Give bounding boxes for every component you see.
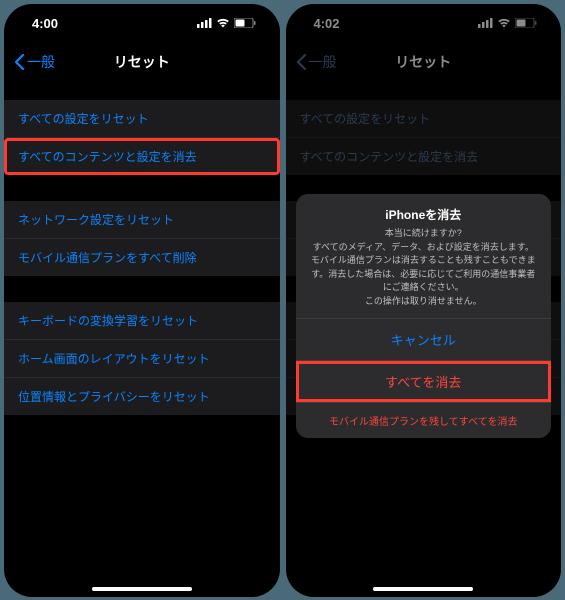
reset-home-layout[interactable]: ホーム画面のレイアウトをリセット xyxy=(4,340,280,378)
erase-keep-plan-button[interactable]: モバイル通信プランを残してすべてを消去 xyxy=(296,402,552,438)
phone-screenshot-left: 4:00 一般 リセット すべての設定をリセット すべてのコンテンツと設定を消去 xyxy=(4,4,280,597)
reset-all-settings[interactable]: すべての設定をリセット xyxy=(4,100,280,138)
list-group: すべての設定をリセット すべてのコンテンツと設定を消去 xyxy=(286,100,562,175)
alert-title: iPhoneを消去 xyxy=(310,206,538,223)
chevron-left-icon xyxy=(14,54,25,70)
reset-all-settings: すべての設定をリセット xyxy=(286,100,562,138)
alert-header: iPhoneを消去 本当に続けますか? すべてのメディア、データ、および設定を消… xyxy=(296,194,552,318)
status-time: 4:00 xyxy=(32,16,58,31)
back-label: 一般 xyxy=(309,52,337,72)
list-group: すべての設定をリセット すべてのコンテンツと設定を消去 xyxy=(4,100,280,175)
home-indicator[interactable] xyxy=(92,587,192,591)
reset-keyboard-dictionary[interactable]: キーボードの変換学習をリセット xyxy=(4,302,280,340)
nav-bar: 一般 リセット xyxy=(286,42,562,82)
signal-icon xyxy=(197,18,212,28)
battery-icon xyxy=(515,18,537,28)
chevron-left-icon xyxy=(296,54,307,70)
alert-message: 本当に続けますか? すべてのメディア、データ、および設定を消去します。モバイル通… xyxy=(310,227,538,308)
status-time: 4:02 xyxy=(314,16,340,31)
reset-network-settings[interactable]: ネットワーク設定をリセット xyxy=(4,201,280,239)
wifi-icon xyxy=(216,18,230,28)
back-button: 一般 xyxy=(286,52,337,72)
wifi-icon xyxy=(497,18,511,28)
reset-list: すべての設定をリセット すべてのコンテンツと設定を消去 ネットワーク設定をリセッ… xyxy=(4,100,280,415)
list-group: キーボードの変換学習をリセット ホーム画面のレイアウトをリセット 位置情報とプラ… xyxy=(4,302,280,415)
list-group: ネットワーク設定をリセット モバイル通信プランをすべて削除 xyxy=(4,201,280,276)
status-bar: 4:02 xyxy=(286,4,562,42)
phone-screenshot-right: 4:02 一般 リセット すべての設定をリセット すべてのコンテンツと設定を消去 xyxy=(286,4,562,597)
reset-location-privacy[interactable]: 位置情報とプライバシーをリセット xyxy=(4,378,280,415)
battery-icon xyxy=(234,18,256,28)
erase-all-content-settings[interactable]: すべてのコンテンツと設定を消去 xyxy=(4,138,280,175)
back-label: 一般 xyxy=(27,52,55,72)
home-indicator[interactable] xyxy=(373,587,473,591)
signal-icon xyxy=(478,18,493,28)
erase-alert-sheet: iPhoneを消去 本当に続けますか? すべてのメディア、データ、および設定を消… xyxy=(296,194,552,438)
back-button[interactable]: 一般 xyxy=(4,52,55,72)
cancel-button[interactable]: キャンセル xyxy=(296,318,552,360)
erase-all-button[interactable]: すべてを消去 xyxy=(296,360,552,402)
erase-all-content-settings: すべてのコンテンツと設定を消去 xyxy=(286,138,562,175)
nav-bar: 一般 リセット xyxy=(4,42,280,82)
status-bar: 4:00 xyxy=(4,4,280,42)
delete-mobile-plans[interactable]: モバイル通信プランをすべて削除 xyxy=(4,239,280,276)
